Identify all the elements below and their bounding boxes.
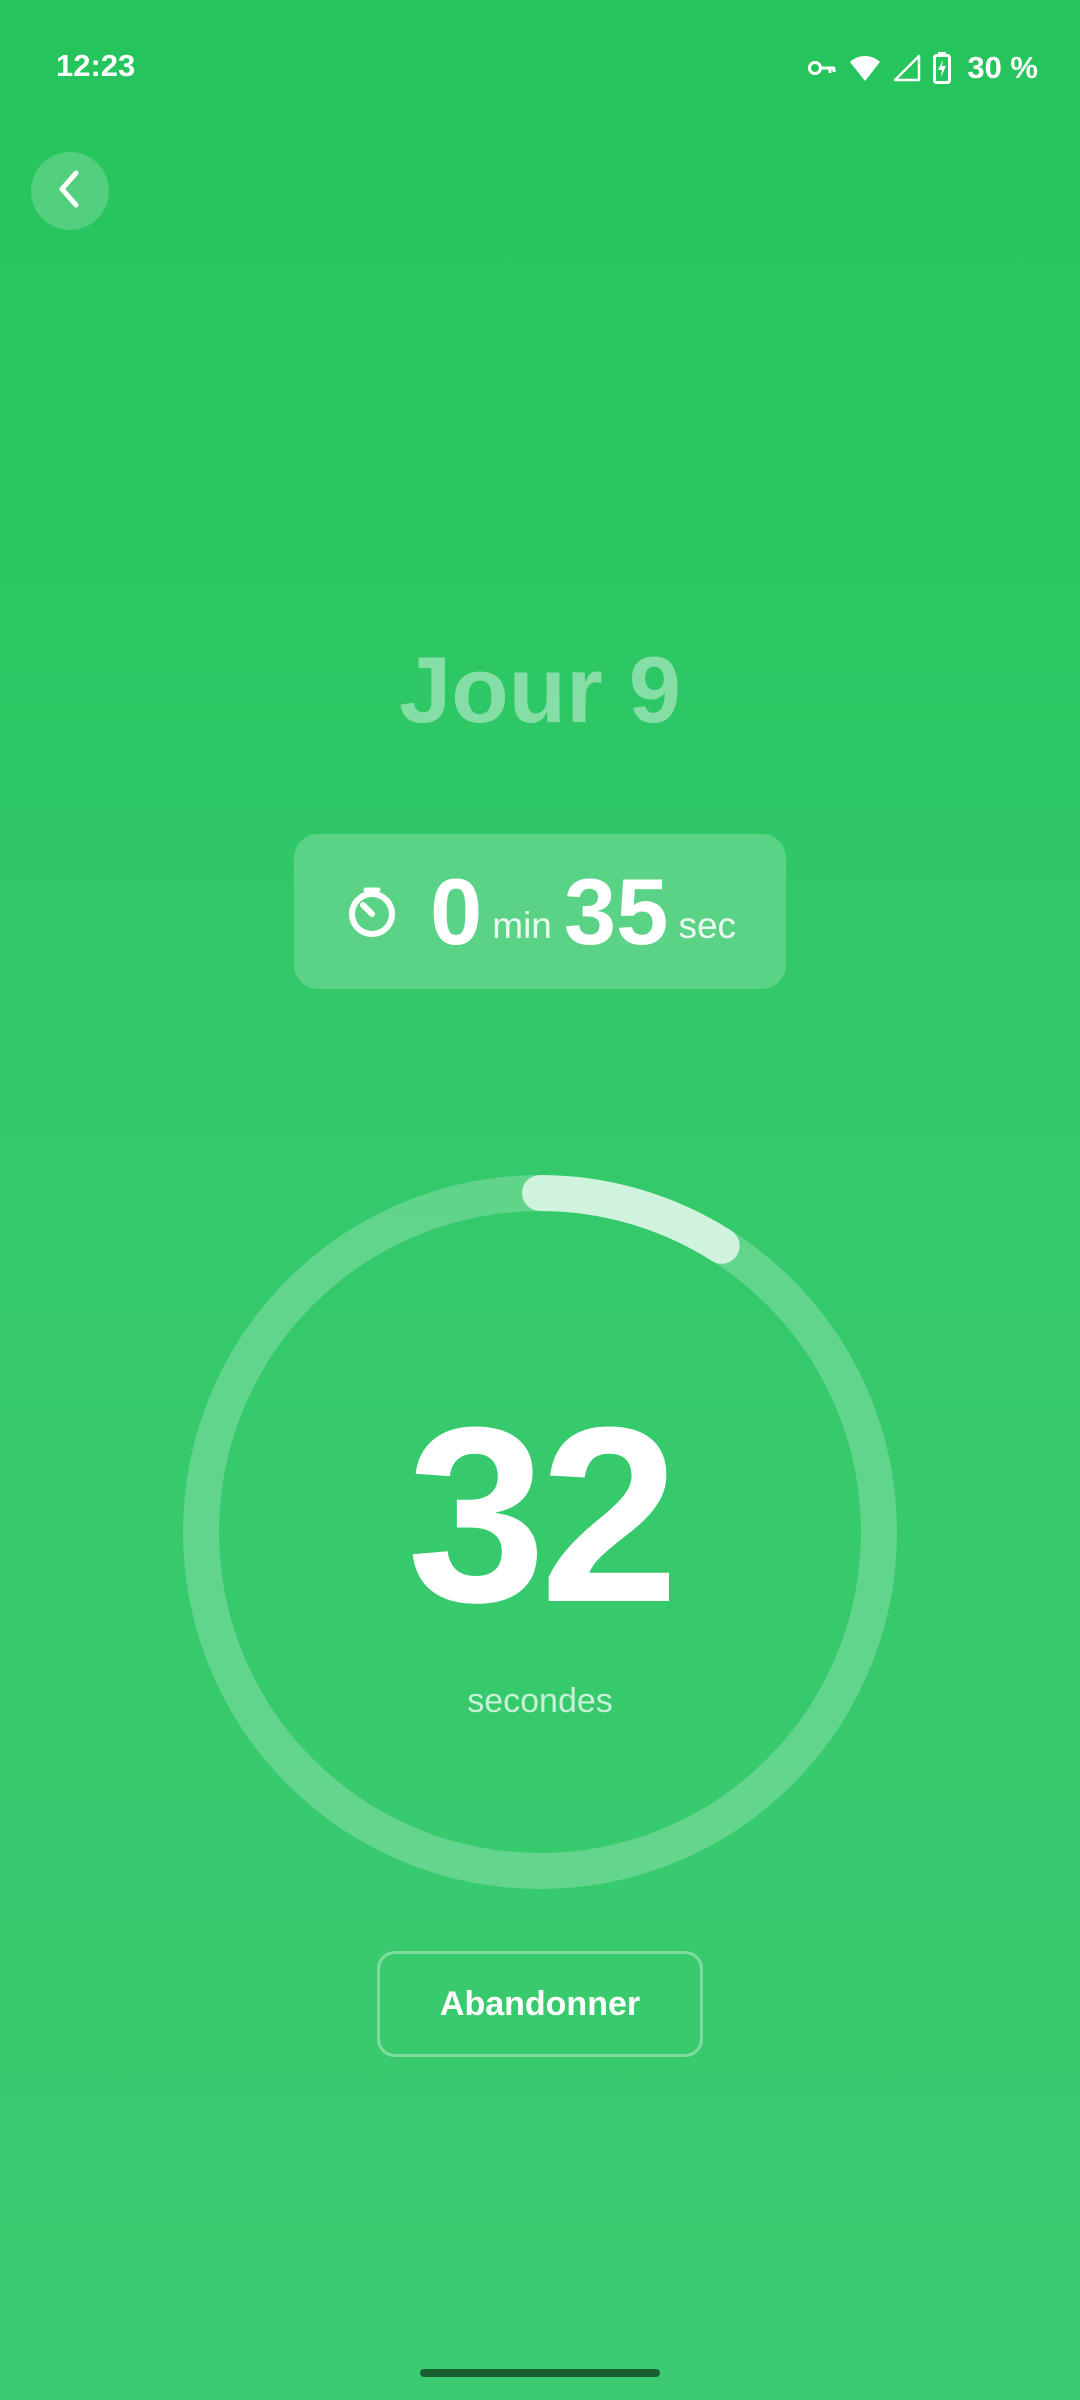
countdown-unit: secondes [467, 1682, 613, 1720]
gesture-bar[interactable] [420, 2369, 660, 2377]
status-icons: 30 % [807, 48, 1038, 88]
total-minutes: 0 [429, 858, 483, 964]
signal-icon [893, 54, 921, 82]
chevron-left-icon [56, 169, 84, 214]
countdown-number: 32 [406, 1375, 679, 1654]
status-bar: 12:23 30 % [0, 0, 1080, 140]
wifi-icon [849, 54, 881, 82]
timer-icon [344, 884, 400, 940]
seconds-unit: sec [678, 905, 737, 946]
total-time-pill: 0 min 35 sec [294, 834, 786, 989]
vpn-key-icon [807, 58, 837, 78]
battery-charging-icon [933, 52, 952, 84]
minutes-unit: min [492, 905, 552, 946]
status-time: 12:23 [56, 48, 136, 83]
back-button[interactable] [31, 152, 109, 230]
battery-percentage: 30 % [967, 50, 1038, 85]
day-title: Jour 9 [398, 637, 682, 742]
total-seconds: 35 [563, 858, 669, 964]
abandon-button[interactable]: Abandonner [377, 1951, 703, 2057]
